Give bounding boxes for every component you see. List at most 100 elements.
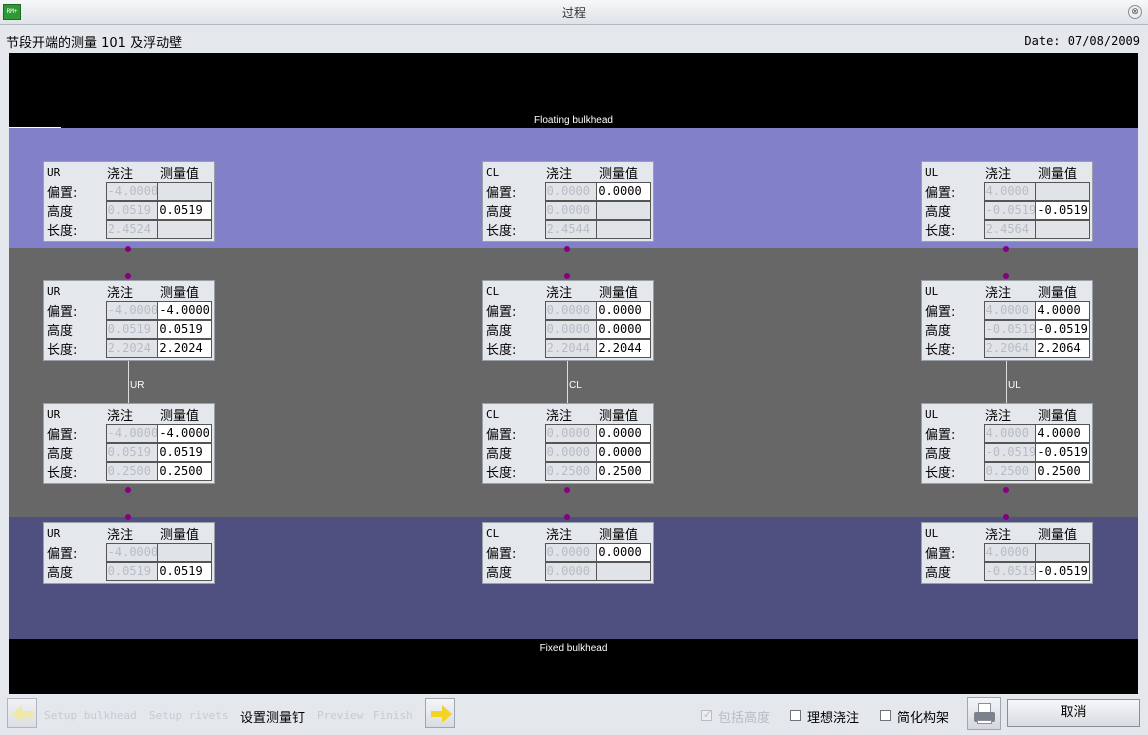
cast-value-field: 0.0000	[544, 200, 598, 220]
next-button[interactable]	[425, 698, 455, 728]
measured-value-field[interactable]: -0.0519	[1035, 442, 1090, 462]
measured-value-field[interactable]	[1035, 182, 1090, 201]
measured-column-header: 测量值	[160, 528, 200, 543]
measured-value-field[interactable]	[157, 219, 212, 239]
include-height-checkbox[interactable]: ✓	[701, 708, 712, 721]
panel-tag: UL	[925, 408, 939, 421]
panel-tag: CL	[486, 408, 500, 421]
cast-value-field: 4.0000	[983, 543, 1037, 562]
measured-value-field[interactable]: 0.2500	[1035, 461, 1090, 481]
row-label: 高度	[486, 205, 513, 220]
arrow-left-icon	[12, 705, 34, 723]
rivet-dot[interactable]	[1003, 514, 1009, 520]
cancel-button[interactable]: 取消	[1007, 699, 1140, 727]
measured-value-field[interactable]	[1035, 543, 1090, 562]
rivet-dot[interactable]	[125, 487, 131, 493]
row-label: 高度	[486, 324, 513, 339]
measured-value-field[interactable]	[596, 200, 651, 220]
back-button[interactable]	[7, 698, 37, 728]
row-label: 偏置:	[47, 547, 78, 562]
measured-value-field[interactable]: 4.0000	[1035, 301, 1090, 320]
measured-value-field[interactable]: 4.0000	[1035, 424, 1090, 443]
cast-value-field: 2.2064	[983, 338, 1037, 358]
row-label: 长度:	[486, 466, 517, 481]
rivet-dot[interactable]	[564, 273, 570, 279]
step-preview: Preview	[317, 709, 364, 722]
cast-value-field: 0.0519	[105, 561, 159, 581]
connector-label-ul: UL	[1008, 380, 1021, 391]
measured-column-header: 测量值	[599, 528, 639, 543]
row-label: 高度	[47, 205, 74, 220]
row-label: 高度	[925, 566, 952, 581]
cast-value-field: -4.0000	[105, 424, 159, 443]
measured-value-field[interactable]: 0.0000	[596, 442, 651, 462]
measured-value-field[interactable]: 0.0519	[157, 200, 212, 220]
rivet-dot[interactable]	[125, 514, 131, 520]
measured-value-field[interactable]	[157, 182, 212, 201]
rivet-dot[interactable]	[125, 273, 131, 279]
panel-row: 长度: 2.4544	[485, 219, 651, 239]
cast-value-field: -0.0519	[983, 561, 1037, 581]
cast-value-field: 2.4524	[105, 219, 159, 239]
rivet-dot[interactable]	[1003, 273, 1009, 279]
panel-tag: UR	[47, 285, 61, 298]
measured-value-field[interactable]: -0.0519	[1035, 319, 1090, 339]
window-close-button[interactable]: ⊗	[1128, 5, 1142, 19]
measured-value-field[interactable]: 0.0000	[596, 301, 651, 320]
rivet-dot[interactable]	[1003, 246, 1009, 252]
window-title: 过程	[561, 6, 586, 20]
measured-value-field[interactable]: 2.2044	[596, 338, 651, 358]
rivet-dot[interactable]	[1003, 487, 1009, 493]
measured-value-field[interactable]	[157, 543, 212, 562]
measured-value-field[interactable]: 2.2064	[1035, 338, 1090, 358]
measured-value-field[interactable]: -0.0519	[1035, 561, 1090, 581]
measured-value-field[interactable]	[596, 561, 651, 581]
ideal-cast-checkbox[interactable]	[790, 710, 801, 721]
measured-value-field[interactable]: -4.0000	[157, 424, 212, 443]
title-bar: RM+ 过程 ⊗	[0, 0, 1148, 25]
step-set-measurement-pins: 设置测量钉	[240, 711, 306, 726]
panel-row: 长度: 0.2500 0.2500	[46, 461, 212, 481]
cast-value-field: 0.0000	[544, 319, 598, 339]
measured-value-field[interactable]: 0.0000	[596, 182, 651, 201]
panel-row: 偏置: 4.0000	[924, 182, 1090, 201]
measured-value-field[interactable]: 0.0000	[596, 543, 651, 562]
panel-row: 高度 -0.0519 -0.0519	[924, 442, 1090, 462]
panel-row: 高度 0.0000	[485, 200, 651, 220]
measured-value-field[interactable]: 0.0519	[157, 442, 212, 462]
panel-tag: UR	[47, 408, 61, 421]
panel-row: 偏置: 0.0000 0.0000	[485, 543, 651, 562]
panel-row: 长度: 2.2064 2.2064	[924, 338, 1090, 358]
measured-value-field[interactable]: 0.0000	[596, 424, 651, 443]
rivet-dot[interactable]	[125, 246, 131, 252]
measured-value-field[interactable]: -4.0000	[157, 301, 212, 320]
measured-column-header: 测量值	[599, 286, 639, 301]
simplify-frame-checkbox[interactable]	[880, 710, 891, 721]
fixed-bulkhead-label: Fixed bulkhead	[539, 643, 608, 654]
rivet-dot[interactable]	[564, 487, 570, 493]
cast-column-header: 浇注	[985, 528, 1012, 543]
row-label: 高度	[486, 447, 513, 462]
cast-value-field: 0.0000	[544, 561, 598, 581]
row-label: 偏置:	[925, 428, 956, 443]
measured-value-field[interactable]: 0.0519	[157, 319, 212, 339]
rivet-dot[interactable]	[564, 246, 570, 252]
cast-value-field: 0.0000	[544, 442, 598, 462]
measured-value-field[interactable]	[1035, 219, 1090, 239]
measured-value-field[interactable]	[596, 219, 651, 239]
measured-value-field[interactable]: 2.2024	[157, 338, 212, 358]
rivet-dot[interactable]	[564, 514, 570, 520]
print-button[interactable]	[967, 697, 1001, 730]
measured-value-field[interactable]: -0.0519	[1035, 200, 1090, 220]
row-label: 高度	[925, 324, 952, 339]
measured-value-field[interactable]: 0.0519	[157, 561, 212, 581]
measured-value-field[interactable]: 0.2500	[157, 461, 212, 481]
connector-line-ur	[128, 361, 129, 403]
measured-column-header: 测量值	[160, 167, 200, 182]
cast-value-field: 4.0000	[983, 182, 1037, 201]
cast-column-header: 浇注	[546, 528, 573, 543]
step-setup-bulkhead: Setup bulkhead	[44, 709, 137, 722]
measured-value-field[interactable]: 0.0000	[596, 319, 651, 339]
measured-column-header: 测量值	[160, 409, 200, 424]
measured-value-field[interactable]: 0.2500	[596, 461, 651, 481]
